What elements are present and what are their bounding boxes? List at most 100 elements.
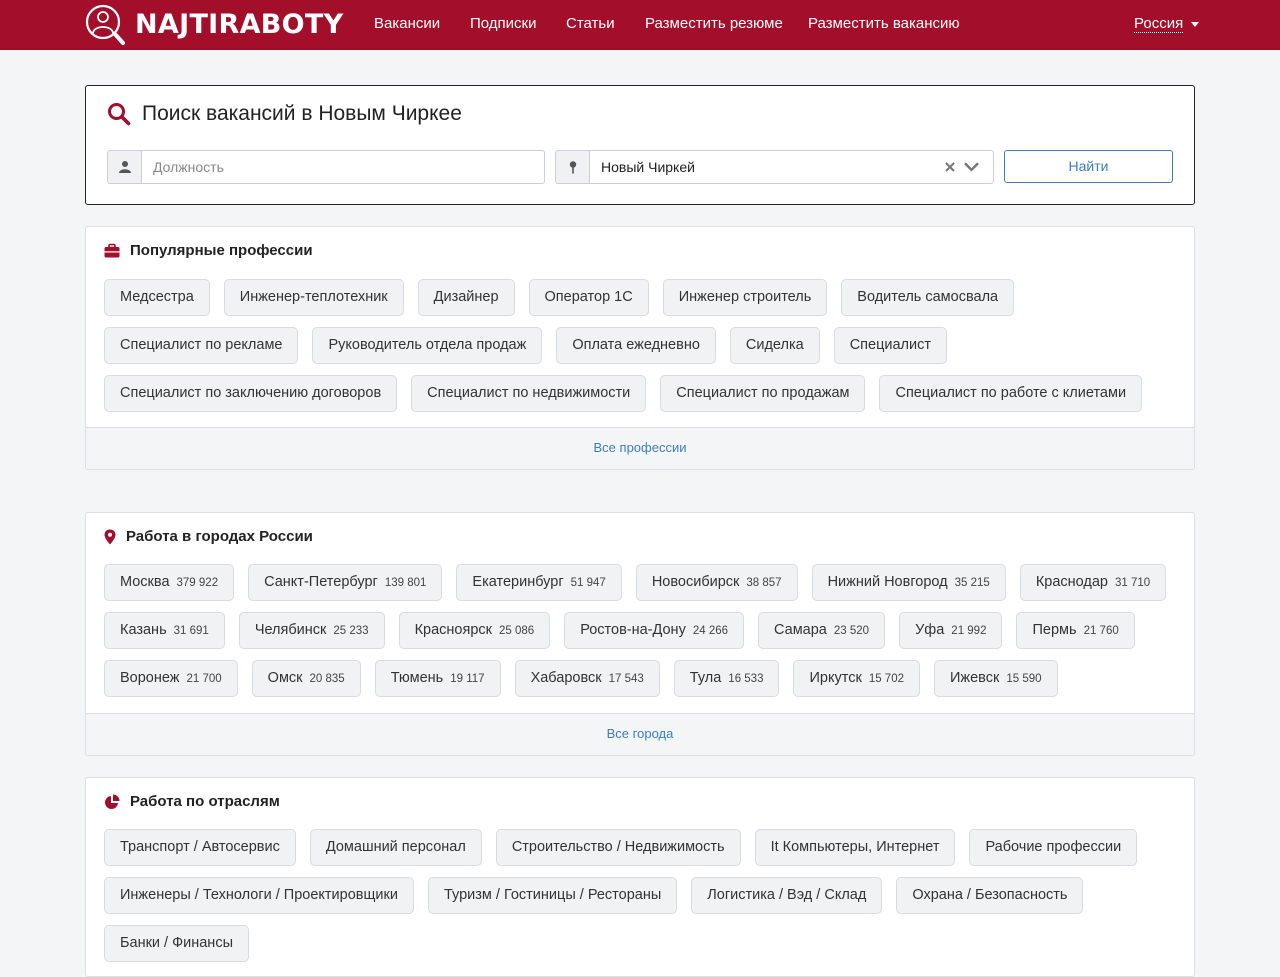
nav-post-vacancy[interactable]: Разместить вакансию [808,0,960,48]
city-tag[interactable]: Санкт-Петербург 139 801 [248,564,443,601]
city-tag[interactable]: Тула 16 533 [673,660,780,697]
position-input-group: Должность [107,150,545,184]
city-count: 35 215 [954,577,990,589]
city-tag[interactable]: Нижний Новгород 35 215 [811,564,1006,601]
industry-tag[interactable]: Логистика / Вэд / Склад [691,877,883,914]
profession-tag[interactable]: Руководитель отдела продаж [312,327,543,364]
top-navbar: NAJTIRABOTY Вакансии Подписки Статьи Раз… [0,0,1280,50]
position-input[interactable]: Должность [142,151,544,183]
country-dropdown[interactable]: Россия [1134,0,1200,48]
profession-tag[interactable]: Специалист по работе с клиетами [879,375,1143,412]
all-cities-link[interactable]: Все города [86,713,1194,755]
profession-tag[interactable]: Медсестра [104,279,210,316]
city-tag[interactable]: Воронеж 21 700 [104,660,238,697]
nav-subscriptions[interactable]: Подписки [470,0,537,48]
city-tag[interactable]: Казань 31 691 [104,612,225,649]
industry-tag[interactable]: Туризм / Гостиницы / Рестораны [427,877,678,914]
profession-tag[interactable]: Дизайнер [417,279,515,316]
city-tag[interactable]: Краснодар 31 710 [1019,564,1167,601]
nav-vacancies[interactable]: Вакансии [374,0,440,48]
city-count: 21 700 [186,673,222,685]
search-panel: Поиск вакансий в Новым Чиркее Должность … [85,85,1195,205]
profession-tag[interactable]: Сиделка [729,327,820,364]
city-name: Хабаровск [530,670,602,686]
city-name: Тюмень [390,670,444,686]
city-tag[interactable]: Красноярск 25 086 [398,612,551,649]
city-tag[interactable]: Ростов-на-Дону 24 266 [564,612,745,649]
city-name: Нижний Новгород [827,574,948,590]
profession-tag[interactable]: Специалист по заключению договоров [104,375,398,412]
profession-tag[interactable]: Специалист по недвижимости [411,375,647,412]
city-tag[interactable]: Иркутск 15 702 [793,660,920,697]
city-tag[interactable]: Ижевск 15 590 [934,660,1058,697]
caret-down-icon [1191,21,1200,27]
city-count: 21 760 [1083,625,1119,637]
profession-tag[interactable]: Специалист по продажам [660,375,866,412]
city-tag[interactable]: Новосибирск 38 857 [635,564,798,601]
city-name: Екатеринбург [472,574,564,590]
city-tag[interactable]: Екатеринбург 51 947 [456,564,622,601]
professions-title: Популярные профессии [130,242,313,259]
industries-title: Работа по отраслям [130,793,280,810]
city-name: Пермь [1032,622,1077,638]
city-name: Краснодар [1035,574,1108,590]
industry-tag[interactable]: Домашний персонал [309,829,482,866]
search-heading: Поиск вакансий в Новым Чиркее [107,102,462,126]
city-count: 16 533 [728,673,764,685]
site-logo[interactable]: NAJTIRABOTY [85,4,344,46]
industry-tag[interactable]: Охрана / Безопасность [896,877,1084,914]
industry-tag[interactable]: It Компьютеры, Интернет [754,829,956,866]
nav-post-resume[interactable]: Разместить резюме [645,0,783,48]
city-count: 17 543 [608,673,644,685]
city-count: 20 835 [309,673,345,685]
professions-heading: Популярные профессии [104,242,313,259]
city-count: 25 086 [499,625,535,637]
search-icon [108,103,131,126]
city-count: 15 702 [868,673,904,685]
professions-list: Медсестра Инженер-теплотехник Дизайнер О… [104,279,1184,412]
city-tag[interactable]: Москва 379 922 [104,564,235,601]
location-input-group: Новый Чиркей [555,150,994,184]
profession-tag[interactable]: Инженер-теплотехник [223,279,404,316]
industry-tag[interactable]: Транспорт / Автосервис [104,829,296,866]
industry-tag[interactable]: Инженеры / Технологи / Проектировщики [104,877,414,914]
city-count: 25 233 [333,625,369,637]
logo-magnifier-icon [85,4,125,45]
industry-tag[interactable]: Рабочие профессии [969,829,1138,866]
city-tag[interactable]: Тюмень 19 117 [374,660,501,697]
city-tag[interactable]: Хабаровск 17 543 [514,660,660,697]
all-professions-link[interactable]: Все профессии [86,427,1194,469]
profession-tag[interactable]: Оператор 1С [528,279,649,316]
nav-articles[interactable]: Статьи [566,0,615,48]
industry-tag[interactable]: Банки / Финансы [104,925,249,962]
city-tag[interactable]: Омск 20 835 [251,660,361,697]
clear-icon[interactable] [945,162,955,172]
profession-tag[interactable]: Инженер строитель [662,279,828,316]
location-select-controls [933,151,993,183]
city-name: Уфа [915,622,945,638]
city-name: Самара [774,622,827,638]
profession-tag[interactable]: Специалист [833,327,948,364]
country-label: Россия [1134,15,1184,33]
industries-heading: Работа по отраслям [104,793,280,810]
find-button[interactable]: Найти [1004,150,1173,183]
location-select[interactable]: Новый Чиркей [590,151,933,183]
cities-card: Работа в городах России Москва 379 922 Са… [85,512,1195,756]
city-tag[interactable]: Челябинск 25 233 [238,612,385,649]
popular-professions-card: Популярные профессии Медсестра Инженер-т… [85,226,1195,470]
industry-tag[interactable]: Строительство / Недвижимость [495,829,741,866]
city-count: 31 691 [173,625,209,637]
city-tag[interactable]: Самара 23 520 [758,612,886,649]
city-tag[interactable]: Уфа 21 992 [899,612,1003,649]
city-name: Ижевск [950,670,1000,686]
map-marker-icon [104,529,116,544]
profession-tag[interactable]: Водитель самосвала [841,279,1015,316]
logo-text: NAJTIRABOTY [135,9,344,40]
city-count: 19 117 [450,673,485,685]
profession-tag[interactable]: Оплата ежедневно [556,327,716,364]
city-name: Новосибирск [651,574,740,590]
city-count: 15 590 [1006,673,1042,685]
chevron-down-icon[interactable] [964,162,979,172]
profession-tag[interactable]: Специалист по рекламе [104,327,299,364]
city-tag[interactable]: Пермь 21 760 [1016,612,1135,649]
